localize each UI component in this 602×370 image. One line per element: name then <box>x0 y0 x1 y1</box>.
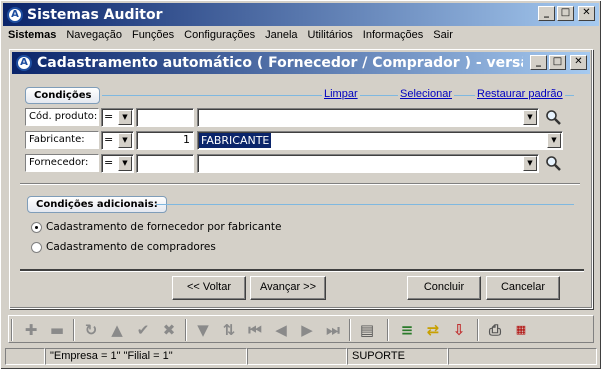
separator <box>20 183 580 185</box>
child-minimize-button[interactable]: _ <box>530 55 547 70</box>
chevron-down-icon[interactable]: ▼ <box>523 110 537 125</box>
remove-icon[interactable]: ▬ <box>47 320 67 340</box>
app-logo-icon: A <box>7 6 23 23</box>
sort-icon[interactable]: ⇅ <box>219 320 239 340</box>
toolbar-grip <box>11 319 13 341</box>
supplier-operator[interactable]: = ▼ <box>101 154 134 173</box>
toolbar-separator <box>477 319 479 341</box>
up-icon[interactable]: ▲ <box>107 320 127 340</box>
manufacturer-input[interactable]: 1 <box>136 131 194 150</box>
supplier-desc-select[interactable]: ▼ <box>197 154 539 173</box>
first-icon[interactable]: ⏮ <box>245 320 265 340</box>
manufacturer-label: Fabricante: <box>25 131 99 149</box>
back-button[interactable]: << Voltar <box>172 276 246 300</box>
print-icon[interactable]: ⎙ <box>485 320 505 340</box>
next-button[interactable]: Avançar >> <box>250 276 326 300</box>
menu-sair[interactable]: Sair <box>428 29 458 41</box>
menu-sistemas[interactable]: Sistemas <box>3 29 61 41</box>
supplier-by-manufacturer-radio[interactable] <box>31 222 42 233</box>
menu-funcoes[interactable]: Funções <box>127 29 179 41</box>
product-code-input[interactable] <box>136 108 194 127</box>
chevron-down-icon[interactable]: ▼ <box>118 110 132 125</box>
chevron-down-icon[interactable]: ▼ <box>523 156 537 171</box>
manufacturer-operator[interactable]: = ▼ <box>101 131 134 150</box>
child-title: Cadastramento automático ( Fornecedor / … <box>37 55 523 71</box>
app-title: Sistemas Auditor <box>27 6 163 23</box>
pdf-icon[interactable]: ▦ <box>511 320 531 340</box>
manufacturer-desc-select[interactable]: FABRICANTE ▼ <box>197 131 563 150</box>
child-app-icon: A <box>16 55 32 71</box>
status-cell-empty-2 <box>247 348 347 365</box>
finish-button[interactable]: Concluir <box>407 276 481 300</box>
bottom-separator <box>20 269 584 272</box>
last-icon[interactable]: ⏭ <box>323 320 343 340</box>
maximize-button[interactable]: □ <box>557 6 574 21</box>
filter-icon[interactable]: ▼ <box>193 320 213 340</box>
toolbar-separator <box>185 319 187 341</box>
supplier-by-manufacturer-label[interactable]: Cadastramento de fornecedor por fabrican… <box>46 221 281 233</box>
product-code-label: Cód. produto: <box>25 108 99 126</box>
export-icon[interactable]: ⇩ <box>449 320 469 340</box>
chevron-down-icon[interactable]: ▼ <box>118 156 132 171</box>
menu-informacoes[interactable]: Informações <box>358 29 429 41</box>
prev-icon[interactable]: ◀ <box>271 320 291 340</box>
cancel-button[interactable]: Cancelar <box>486 276 560 300</box>
menu-janela[interactable]: Janela <box>260 29 302 41</box>
conditions-header: Condições <box>25 87 101 104</box>
child-maximize-button[interactable]: □ <box>549 55 566 70</box>
status-cell-empty-3 <box>448 348 597 365</box>
additional-conditions-header: Condições adicionais: <box>27 196 167 213</box>
supplier-label: Fornecedor: <box>25 154 99 172</box>
check-icon[interactable]: ✔ <box>133 320 153 340</box>
status-company: "Empresa = 1" "Filial = 1" <box>45 348 247 365</box>
chevron-down-icon[interactable]: ▼ <box>547 133 561 148</box>
menu-configuracoes[interactable]: Configurações <box>179 29 260 41</box>
status-user: SUPORTE <box>347 348 448 365</box>
add-icon[interactable]: ✚ <box>21 320 41 340</box>
search-icon[interactable] <box>545 155 562 172</box>
app-titlebar[interactable]: A Sistemas Auditor _ □ ✕ <box>3 3 599 26</box>
buyers-label[interactable]: Cadastramento de compradores <box>46 241 216 253</box>
refresh-icon[interactable]: ↻ <box>81 320 101 340</box>
toolbar-separator <box>73 319 75 341</box>
transfer-icon[interactable]: ⇄ <box>423 320 443 340</box>
report-icon[interactable]: ▤ <box>357 320 377 340</box>
additional-divider <box>156 204 574 205</box>
status-cell-empty <box>5 348 45 365</box>
menubar: Sistemas Navegação Funções Configurações… <box>3 26 599 44</box>
restore-default-link[interactable]: Restaurar padrão <box>475 88 565 100</box>
toolbar-separator <box>349 319 351 341</box>
search-icon[interactable] <box>545 109 562 126</box>
list-icon[interactable]: ≡ <box>397 320 417 340</box>
child-window: A Cadastramento automático ( Fornecedor … <box>9 49 593 309</box>
close-button[interactable]: ✕ <box>578 6 595 21</box>
select-link[interactable]: Selecionar <box>398 88 454 100</box>
buyers-radio[interactable] <box>31 242 42 253</box>
clear-link[interactable]: Limpar <box>322 88 360 100</box>
toolbar: ✚ ▬ ↻ ▲ ✔ ✖ ▼ ⇅ ⏮ ◀ ▶ ⏭ ▤ ≡ ⇄ ⇩ ⎙ ▦ <box>8 315 594 343</box>
manufacturer-desc-value: FABRICANTE <box>199 133 272 148</box>
minimize-button[interactable]: _ <box>538 6 555 21</box>
supplier-input[interactable] <box>136 154 194 173</box>
chevron-down-icon[interactable]: ▼ <box>118 133 132 148</box>
product-code-operator[interactable]: = ▼ <box>101 108 134 127</box>
toolbar-separator <box>387 319 389 341</box>
menu-utilitarios[interactable]: Utilitários <box>303 29 358 41</box>
next-icon[interactable]: ▶ <box>297 320 317 340</box>
menu-navegacao[interactable]: Navegação <box>61 29 127 41</box>
child-close-button[interactable]: ✕ <box>570 55 587 70</box>
cancel-x-icon[interactable]: ✖ <box>159 320 179 340</box>
product-code-desc-select[interactable]: ▼ <box>197 108 539 127</box>
child-titlebar[interactable]: A Cadastramento automático ( Fornecedor … <box>12 52 590 74</box>
